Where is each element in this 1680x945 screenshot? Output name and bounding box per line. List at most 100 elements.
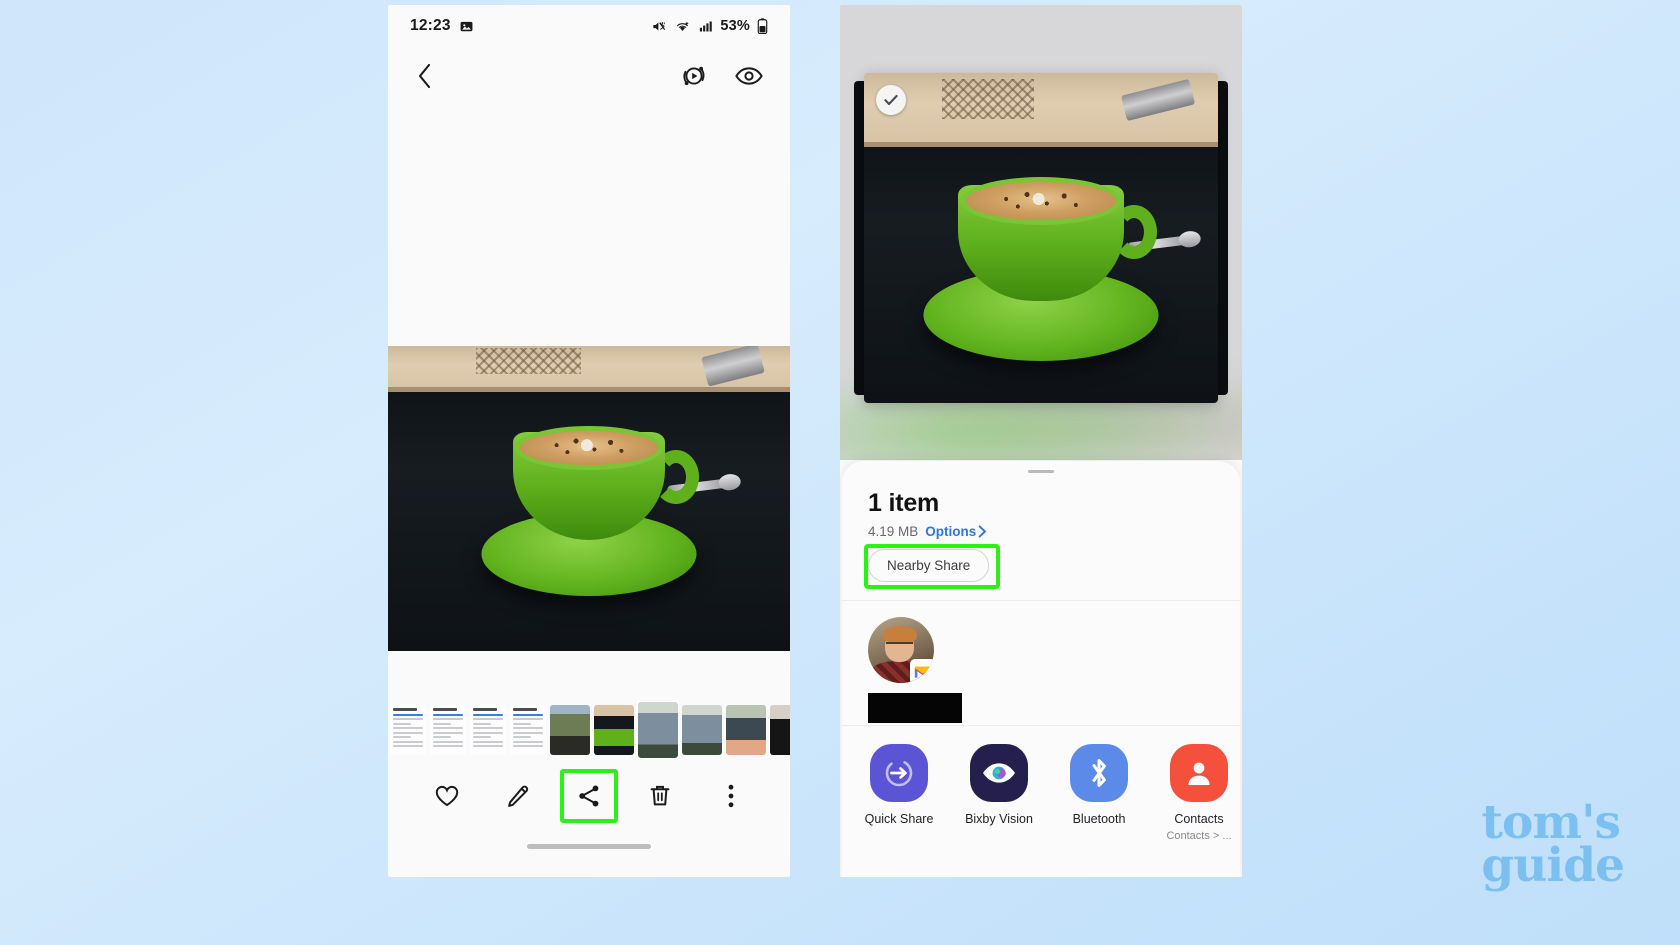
thumb-line (473, 722, 491, 725)
thumb-line (513, 722, 531, 725)
thumb-line (433, 708, 457, 711)
bluetooth-icon (1070, 744, 1128, 802)
thumb-line (513, 727, 543, 729)
thumb-line (513, 708, 537, 711)
filmstrip-thumb-settings-screenshot[interactable] (390, 705, 426, 755)
eye-icon[interactable] (734, 64, 764, 93)
sheet-drag-handle[interactable] (842, 461, 1240, 473)
share-sheet: 1 item 4.19 MB Options Nearby Share Quic… (842, 461, 1240, 877)
favorite-button[interactable] (424, 773, 470, 819)
thumb-line (393, 736, 411, 738)
photo-mesh-detail (476, 348, 581, 374)
thumb-line (393, 727, 423, 729)
share-target-label: Quick Share (864, 812, 934, 826)
selected-items-carousel[interactable] (840, 73, 1242, 403)
sheet-subtitle: 4.19 MB Options (868, 524, 1214, 539)
coffee-photo-preview (864, 73, 1218, 403)
watermark-line-2: guide (1481, 837, 1625, 893)
app-quick-share[interactable]: Quick Share (856, 744, 942, 826)
more-options-button[interactable] (708, 773, 754, 819)
filmstrip-thumb-phone-photo[interactable] (636, 701, 680, 759)
quick-share-icon (870, 744, 928, 802)
check-circle-icon[interactable] (876, 85, 906, 115)
carousel-selected-item[interactable] (864, 73, 1218, 403)
filmstrip-thumb-outdoor-photo[interactable] (550, 705, 590, 755)
photo-viewer-stage (388, 109, 790, 701)
share-target-label: Bluetooth (1072, 812, 1126, 826)
filmstrip-thumb-dark-ui-photo[interactable] (770, 705, 790, 755)
thumb-line (473, 740, 503, 743)
avatar-glasses (886, 642, 913, 648)
left-phone-screenshot: 12:23 53% (388, 5, 790, 877)
options-button[interactable]: Options (925, 524, 987, 539)
thumb-line (433, 736, 451, 738)
delete-button[interactable] (637, 773, 683, 819)
thumb-line (433, 727, 463, 729)
share-preview-area (840, 5, 1242, 460)
share-target-sublabel: Contacts > ... (1166, 830, 1232, 842)
filmstrip-thumb-settings-screenshot[interactable] (430, 705, 466, 755)
thumb-line (473, 713, 503, 716)
thumb-line (513, 736, 531, 738)
viewer-top-bar (388, 47, 790, 109)
thumb-line (393, 713, 423, 716)
filmstrip-thumb-hand-phone-photo[interactable] (726, 705, 766, 755)
filmstrip-thumb-list-screenshot[interactable] (470, 705, 506, 755)
coffee-photo (388, 346, 790, 651)
nearby-share-chip[interactable]: Nearby Share (868, 549, 990, 582)
share-button[interactable] (559, 769, 618, 823)
battery-icon (757, 18, 768, 35)
thumb-line (393, 718, 423, 720)
gesture-pill (527, 843, 651, 849)
thumb-line (513, 731, 543, 734)
app-bluetooth[interactable]: Bluetooth (1056, 744, 1142, 826)
image-icon (459, 19, 474, 34)
options-label: Options (925, 524, 977, 539)
thumb-line (473, 736, 491, 738)
gmail-icon (910, 659, 934, 683)
contacts-icon (1170, 744, 1228, 802)
thumb-line (513, 740, 543, 743)
motion-photo-play-icon[interactable] (680, 62, 708, 95)
thumb-line (513, 718, 543, 720)
thumb-line (393, 745, 423, 747)
thumb-line (473, 708, 497, 711)
preview-mesh-detail (941, 79, 1034, 119)
sheet-header: 1 item 4.19 MB Options (842, 473, 1240, 539)
back-button[interactable] (414, 61, 436, 96)
filmstrip-thumb-list-screenshot[interactable] (510, 705, 546, 755)
thumb-line (433, 713, 463, 716)
viewer-bottom-toolbar (388, 759, 790, 833)
thumb-line (513, 713, 543, 716)
direct-share-contact[interactable] (868, 617, 962, 723)
direct-share-contacts (842, 601, 1240, 737)
avatar-hair (882, 626, 917, 644)
thumb-line (393, 740, 423, 743)
contact-avatar (868, 617, 934, 683)
app-bixby-vision[interactable]: Bixby Vision (956, 744, 1042, 826)
app-contacts[interactable]: Contacts Contacts > ... (1156, 744, 1240, 842)
share-target-label: Bixby Vision (965, 812, 1033, 826)
thumb-line (433, 718, 463, 720)
photo-viewer-image[interactable] (388, 346, 790, 651)
thumb-line (473, 745, 503, 747)
edit-button[interactable] (495, 773, 541, 819)
filmstrip[interactable] (388, 701, 790, 759)
item-size-label: 4.19 MB (868, 524, 919, 539)
thumb-line (433, 731, 463, 734)
share-button-highlight (559, 769, 618, 823)
tomsguide-watermark: tom's guide (1481, 798, 1625, 893)
thumb-line (433, 745, 463, 747)
status-bar: 12:23 53% (388, 5, 790, 47)
thumb-line (473, 731, 503, 734)
share-targets-row[interactable]: Quick Share Bixby Vision Bluetooth Contacts… (842, 725, 1240, 877)
sheet-chip-row: Nearby Share (842, 539, 1240, 589)
thumb-line (473, 718, 503, 720)
filmstrip-thumb-coffee-photo[interactable] (594, 705, 634, 755)
drag-handle-pill (1028, 470, 1054, 473)
filmstrip-thumb-phone-photo[interactable] (682, 705, 722, 755)
thumb-line (393, 722, 411, 725)
thumb-line (393, 731, 423, 734)
thumb-line (393, 708, 417, 711)
preview-chocolate-dust (983, 187, 1099, 217)
